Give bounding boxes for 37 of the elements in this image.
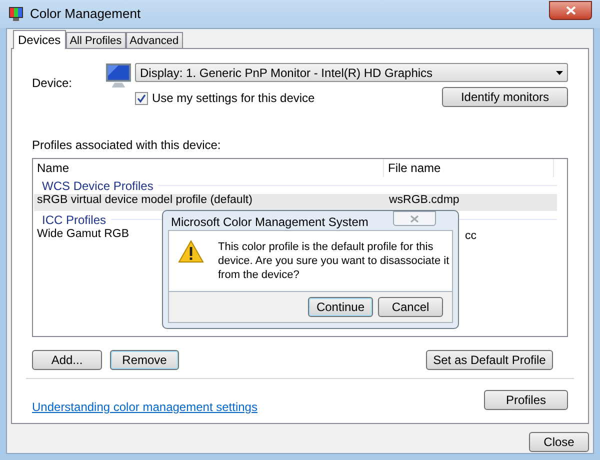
- identify-monitors-button[interactable]: Identify monitors: [442, 87, 568, 107]
- dropdown-arrow-icon: [556, 70, 563, 74]
- monitor-icon: [105, 62, 132, 89]
- add-button[interactable]: Add...: [32, 350, 102, 370]
- column-header[interactable]: Name: [33, 159, 384, 177]
- group-header: WCS Device Profiles: [42, 178, 154, 194]
- window-title: Color Management: [30, 5, 141, 24]
- close-icon: [410, 214, 419, 222]
- column-header[interactable]: File name: [384, 159, 554, 177]
- checkbox-label: Use my settings for this device: [152, 90, 315, 107]
- close-dialog-button[interactable]: Close: [529, 432, 589, 452]
- help-link[interactable]: Understanding color management settings: [32, 398, 258, 416]
- dropdown-value: Display: 1. Generic PnP Monitor - Intel(R) HD Graphics: [140, 64, 434, 82]
- profile-name: Wide Gamut RGB: [37, 228, 130, 241]
- tab[interactable]: Advanced: [126, 32, 183, 48]
- profile-row[interactable]: sRGB virtual device model profile (default) wsRGB.cdmp: [34, 194, 557, 211]
- checkbox[interactable]: [135, 92, 148, 104]
- dialog-button[interactable]: Continue: [308, 297, 373, 317]
- dialog-title: Microsoft Color Management System: [170, 214, 368, 230]
- profiles-button[interactable]: Profiles: [484, 390, 568, 410]
- set-default-button[interactable]: Set as Default Profile: [426, 350, 553, 370]
- warning-icon: [178, 240, 204, 263]
- close-button[interactable]: [549, 0, 592, 20]
- profile-name: sRGB virtual device model profile (default): [37, 194, 252, 207]
- close-icon: [566, 6, 576, 14]
- profiles-label: Profiles associated with this device:: [32, 137, 222, 154]
- tab[interactable]: Devices: [13, 30, 66, 49]
- device-label: Device:: [32, 75, 74, 92]
- monitor-icon: [8, 6, 24, 22]
- remove-button[interactable]: Remove: [110, 350, 179, 370]
- group-header: ICC Profiles: [42, 212, 106, 228]
- file-name: wsRGB.cdmp: [389, 194, 460, 207]
- tab[interactable]: All Profiles: [66, 32, 126, 48]
- device-dropdown[interactable]: Display: 1. Generic PnP Monitor - Intel(R) HD Graphics: [135, 63, 568, 82]
- dialog-button[interactable]: Cancel: [378, 297, 443, 317]
- dialog-message: This color profile is the default profile for this device. Are you sure you want to disassociate it from the device?: [218, 240, 450, 282]
- file-name: cc: [465, 230, 476, 243]
